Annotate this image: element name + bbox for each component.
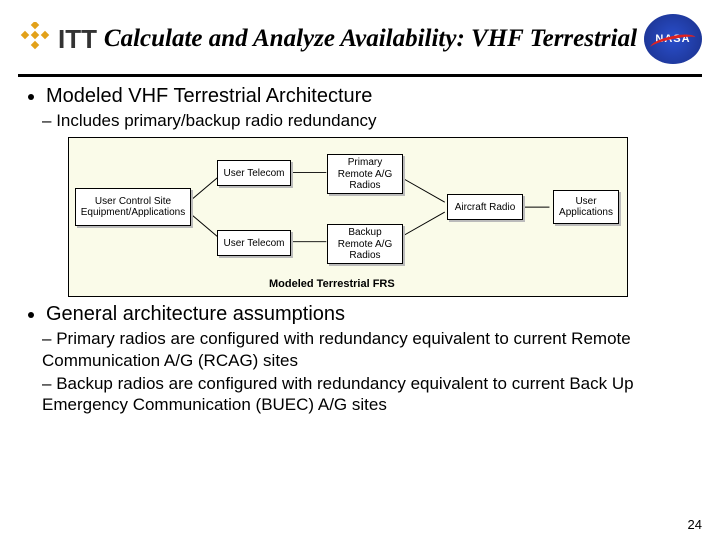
box-primary-radios: Primary Remote A/G Radios [327,154,403,194]
bullet-1: Modeled VHF Terrestrial Architecture [46,85,692,108]
bullet-2-sub-2: Backup radios are configured with redund… [42,373,692,416]
box-user-telecom-1: User Telecom [217,160,291,186]
box-user-control-site: User Control Site Equipment/Applications [75,188,191,226]
nasa-logo-text: NASA [655,33,690,45]
header-divider [18,74,702,77]
slide-content: Modeled VHF Terrestrial Architecture Inc… [0,85,720,415]
bullet-2-sublist: Primary radios are configured with redun… [28,328,692,415]
bullet-1-sub-1: Includes primary/backup radio redundancy [42,110,692,131]
bullet-2: General architecture assumptions [46,303,692,326]
bullet-list-1: Modeled VHF Terrestrial Architecture [28,85,692,108]
nasa-logo-badge: NASA [644,14,702,64]
nasa-logo: NASA [644,14,702,64]
box-user-applications: User Applications [553,190,619,224]
diagram-caption: Modeled Terrestrial FRS [269,278,395,290]
itt-logo-mark [18,22,52,56]
page-number: 24 [688,517,702,532]
box-backup-radios: Backup Remote A/G Radios [327,224,403,264]
slide-title: Calculate and Analyze Availability: VHF … [97,25,644,53]
diagram-container: User Control Site Equipment/Applications… [68,137,692,297]
bullet-list-2: General architecture assumptions [28,303,692,326]
box-user-telecom-2: User Telecom [217,230,291,256]
architecture-diagram: User Control Site Equipment/Applications… [68,137,628,297]
bullet-1-sublist: Includes primary/backup radio redundancy [28,110,692,131]
bullet-2-sub-1: Primary radios are configured with redun… [42,328,692,371]
itt-logo: ITT [18,22,97,56]
box-aircraft-radio: Aircraft Radio [447,194,523,220]
slide-header: ITT Calculate and Analyze Availability: … [0,0,720,74]
itt-logo-text: ITT [58,24,97,55]
